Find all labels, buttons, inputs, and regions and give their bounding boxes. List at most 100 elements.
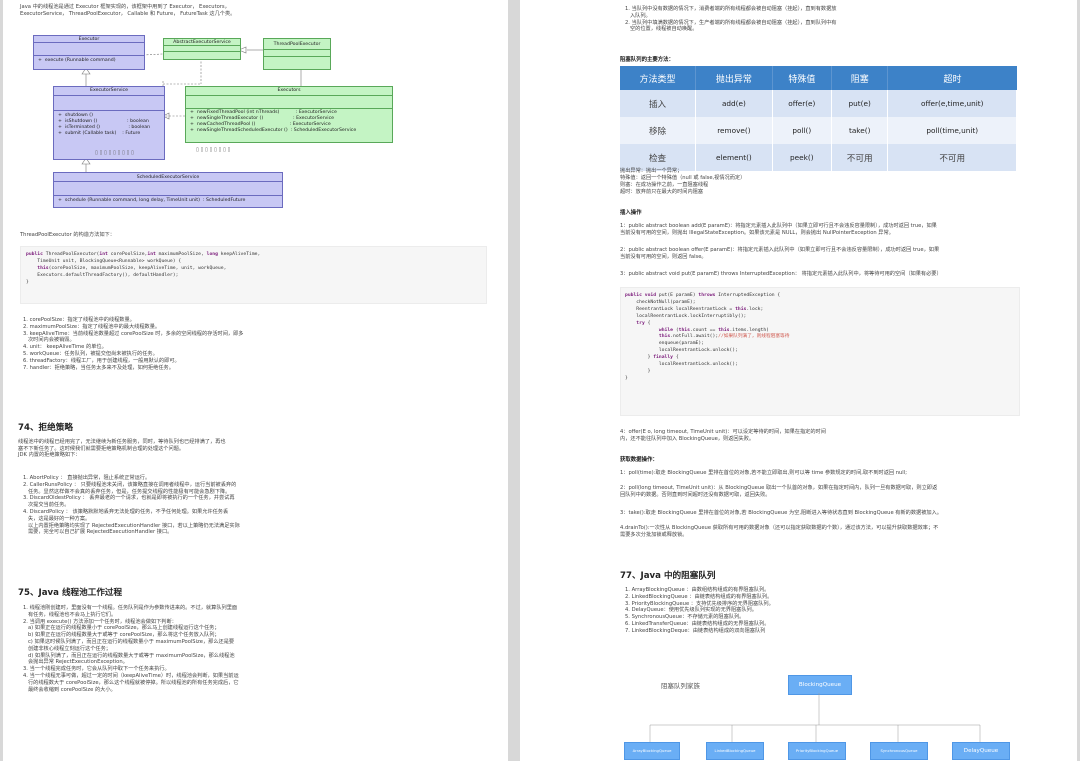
uml-executor-name: Executor — [34, 36, 144, 43]
code-line: } — [625, 368, 651, 374]
table-row: 移除 remove() poll() take() poll(time,unit… — [620, 117, 1017, 144]
code-line: } — [625, 375, 628, 381]
list-item: 6. threadFactory：线程工厂，用于创建线程，一般用默认的即可。 — [23, 357, 180, 364]
legend-special: 特殊值：返回一个特殊值（null 或 false,视情况而定） — [620, 175, 746, 181]
uml-class-scheduled-executor-service: ScheduledExecutorService + schedule (Run… — [53, 172, 283, 208]
get-poll: 1：poll(time):取走 BlockingQueue 里排在首位的对象,若… — [620, 470, 907, 476]
list-item: 4. 当一个线程无事可做，超过一定的时间（keepAliveTime）时，线程池… — [23, 672, 239, 693]
blocking-behaviour-list: 1. 当队列中没有数据的情况下，消费者端的所有线程都会被自动阻塞（挂起），直到有… — [625, 6, 945, 33]
uml-executors-attributes — [186, 96, 392, 109]
uml-tpe-attributes — [264, 50, 330, 57]
code-line: public void put(E paramE) throws Interru… — [625, 293, 781, 298]
uml-method-is-terminated: + isTerminated () : boolean — [58, 124, 151, 130]
list-item: 7. handler：拒绝策略，当任务太多来不及处理，如何拒绝任务。 — [23, 364, 174, 371]
uml-method-schedule: + schedule (Runnable command, long delay… — [58, 198, 246, 203]
insert-heading: 插入操作 — [620, 210, 642, 216]
uml-method-is-shutdown: + isShutdown () : boolean — [58, 118, 149, 124]
table-cell: 插入 — [620, 90, 697, 117]
uml-class-executor: Executor + execute (Runnable command) — [33, 35, 145, 70]
insert-put: 3：public abstract void put(E paramE) thr… — [620, 271, 942, 277]
get-poll-timeout: 2：poll(long timeout, TimeUnit unit)：从 Bl… — [620, 485, 938, 498]
table-cell: put(e) — [831, 90, 889, 117]
table-cell: offer(e,time,unit) — [887, 90, 1017, 117]
document-page-left: Java 中的线程池是通过 Executor 框架实现的，该框架中用到了 Exe… — [3, 0, 508, 761]
table-cell: poll(time,unit) — [887, 117, 1017, 144]
code-line: Executors.defaultThreadFactory(), defaul… — [26, 272, 179, 278]
uml-executor-service-name: ExecutorService — [54, 87, 164, 96]
uml-scheduled-name: ScheduledExecutorService — [54, 173, 282, 182]
table-header: 特殊值 — [772, 66, 832, 90]
list-item: 2. CallerRunsPolicy ： 只要线程池未关闭，该策略直接在调用者… — [23, 481, 237, 495]
list-item: 1. 当队列中没有数据的情况下，消费者端的所有线程都会被自动阻塞（挂起），直到有… — [625, 6, 837, 19]
code-line: ReentrantLock localReentrantLock = this.… — [625, 306, 764, 312]
uml-method-new-single-thread-scheduled: + newSingleThreadScheduledExecutor () : … — [190, 127, 357, 133]
uml-executor-service-attributes — [54, 96, 164, 111]
constructor-params-list: 1. corePoolSize：指定了线程池中的线程数量。 2. maximum… — [23, 317, 313, 371]
list-item: 5. SynchronousQueue：不存储元素的阻塞队列。 — [625, 614, 745, 621]
offer-timeout-text: 4：offer(E o, long timeout, TimeUnit unit… — [620, 429, 826, 442]
code-line: try { — [636, 320, 651, 326]
java-blocking-queues-list: 1. ArrayBlockingQueue ：由数组结构组成的有界阻塞队列。 2… — [625, 587, 885, 635]
get-take: 3：take():取走 BlockingQueue 里排在首位的对象,若 Blo… — [620, 510, 942, 516]
list-item: 4. unit： keepAliveTime 的单位。 — [23, 344, 107, 351]
family-child-linkedblockingqueue: LinkedBlockingQueue — [706, 742, 764, 760]
uml-tpe-name: ThreadPoolExecutor — [264, 39, 330, 50]
legend-block: 则塞：在成功操作之前，一直阻塞线程 — [620, 182, 709, 188]
table-cell: 检查 — [620, 144, 697, 171]
table-header: 超时 — [887, 66, 1017, 90]
family-connectors — [649, 693, 981, 742]
uml-garbled-label-1: ▯ ▯ ▯ ▯ ▯ ▯ ▯ ▯ ▯ — [95, 150, 134, 156]
uml-garbled-label-2: ▯ ▯ ▯ ▯ ▯ ▯ ▯ ▯ — [196, 147, 231, 153]
code-line: checkNotNull(paramE); — [625, 299, 696, 305]
uml-method-new-fixed-thread-pool: + newFixedThreadPool (int nThreads) : Ex… — [190, 110, 337, 115]
table-cell: element() — [695, 144, 773, 171]
list-item: 7. LinkedBlockingDeque：由链表结构组成的双向阻塞队列 — [625, 627, 766, 634]
table-cell: 移除 — [620, 117, 697, 144]
get-heading: 获取数据操作： — [620, 457, 658, 463]
code-line: localReentrantLock.unlock(); — [625, 348, 738, 354]
table-cell: poll() — [772, 117, 832, 144]
section-74-title: 74、拒绝策略 — [18, 423, 73, 433]
table-cell: offer(e) — [772, 90, 832, 117]
uml-class-executor-service: ExecutorService + shutdown () + isShutdo… — [53, 86, 165, 160]
list-item: 5. workQueue：任务队列，被提交但尚未被执行的任务。 — [23, 350, 158, 357]
section-75-title: 75、Java 线程池工作过程 — [18, 588, 123, 598]
list-item: 1. corePoolSize：指定了线程池中的线程数量。 — [23, 317, 135, 323]
uml-class-abstract-executor-service: AbstractExecutorService — [163, 38, 241, 60]
insert-add: 1：public abstract boolean add(E paramE)：… — [620, 223, 937, 236]
thread-pool-process-list: 1. 线程池刚创建时，里面没有一个线程。任务队列是作为参数传进来的。不过，就算队… — [23, 605, 323, 693]
table-cell: take() — [831, 117, 889, 144]
uml-executor-method: + execute (Runnable command) — [38, 58, 116, 63]
table-row: 检查 element() peek() 不可用 不可用 — [620, 144, 1017, 171]
list-item: 2. 当调用 execute() 方法添加一个任务时，线程池会做如下判断： a)… — [23, 618, 235, 666]
family-child-arrayblockingqueue: ArrayBlockingQueue — [624, 742, 680, 760]
table-row: 插入 add(e) offer(e) put(e) offer(e,time,u… — [620, 90, 1017, 117]
table-header: 抛出异常 — [695, 66, 773, 90]
constructor-code-block: public ThreadPoolExecutor(int corePoolSi… — [20, 246, 487, 304]
uml-class-executors: Executors + newFixedThreadPool (int nThr… — [185, 86, 393, 143]
rejection-policies-list: 1. AbortPolicy ： 直接抛出异常，阻止系统正常运行。 2. Cal… — [23, 475, 323, 536]
uml-abstract-service-name: AbstractExecutorService — [164, 39, 240, 46]
code-line: TimeUnit unit, BlockingQueue<Runnable> w… — [26, 258, 182, 264]
section-77-title: 77、Java 中的阻塞队列 — [620, 571, 716, 581]
list-item: 2. LinkedBlockingQueue ：由链表结构组成的有界阻塞队列。 — [625, 593, 773, 600]
legend-timeout: 超时：放弃前只在最大的时间内阻塞 — [620, 189, 704, 195]
family-child-delayqueue: DelayQueue — [952, 742, 1010, 760]
list-item: 3. 当一个线程完成任务时，它会从队列中取下一个任务来执行。 — [23, 666, 170, 673]
list-item: 6. LinkedTransferQueue：由链表结构组成的无界阻塞队列。 — [625, 620, 770, 627]
family-diagram-title: 阻塞队列家族 — [661, 682, 700, 690]
uml-method-submit: + submit (Callable task) : Future — [58, 130, 141, 136]
family-child-priorityblockingqueue: PriorityBlockingQueue — [788, 742, 846, 760]
methods-heading: 阻塞队列的主要方法： — [620, 57, 674, 63]
list-item: 1. AbortPolicy ： 直接抛出异常，阻止系统正常运行。 — [23, 475, 151, 481]
list-item: 4. DiscardPolicy ： 该策略默默地丢弃无法处理的任务，不予任何处… — [23, 508, 240, 536]
section-74-intro: 线程池中的线程已经用完了，无法继续为新任务服务，同时，等待队列也已经排满了，再也… — [18, 439, 226, 459]
document-page-right: 1. 当队列中没有数据的情况下，消费者端的所有线程都会被自动阻塞（挂起），直到有… — [520, 0, 1077, 761]
list-item: 1. 线程池刚创建时，里面没有一个线程。任务队列是作为参数传进来的。不过，就算队… — [23, 605, 238, 618]
code-line: localReentrantLock.unlock(); — [625, 362, 738, 368]
code-line: localReentrantLock.lockInterruptibly(); — [625, 313, 747, 319]
insert-offer: 2：public abstract boolean offer(E paramE… — [620, 247, 940, 260]
uml-executor-attributes — [34, 43, 144, 56]
uml-class-thread-pool-executor: ThreadPoolExecutor — [263, 38, 331, 70]
table-cell: remove() — [695, 117, 773, 144]
